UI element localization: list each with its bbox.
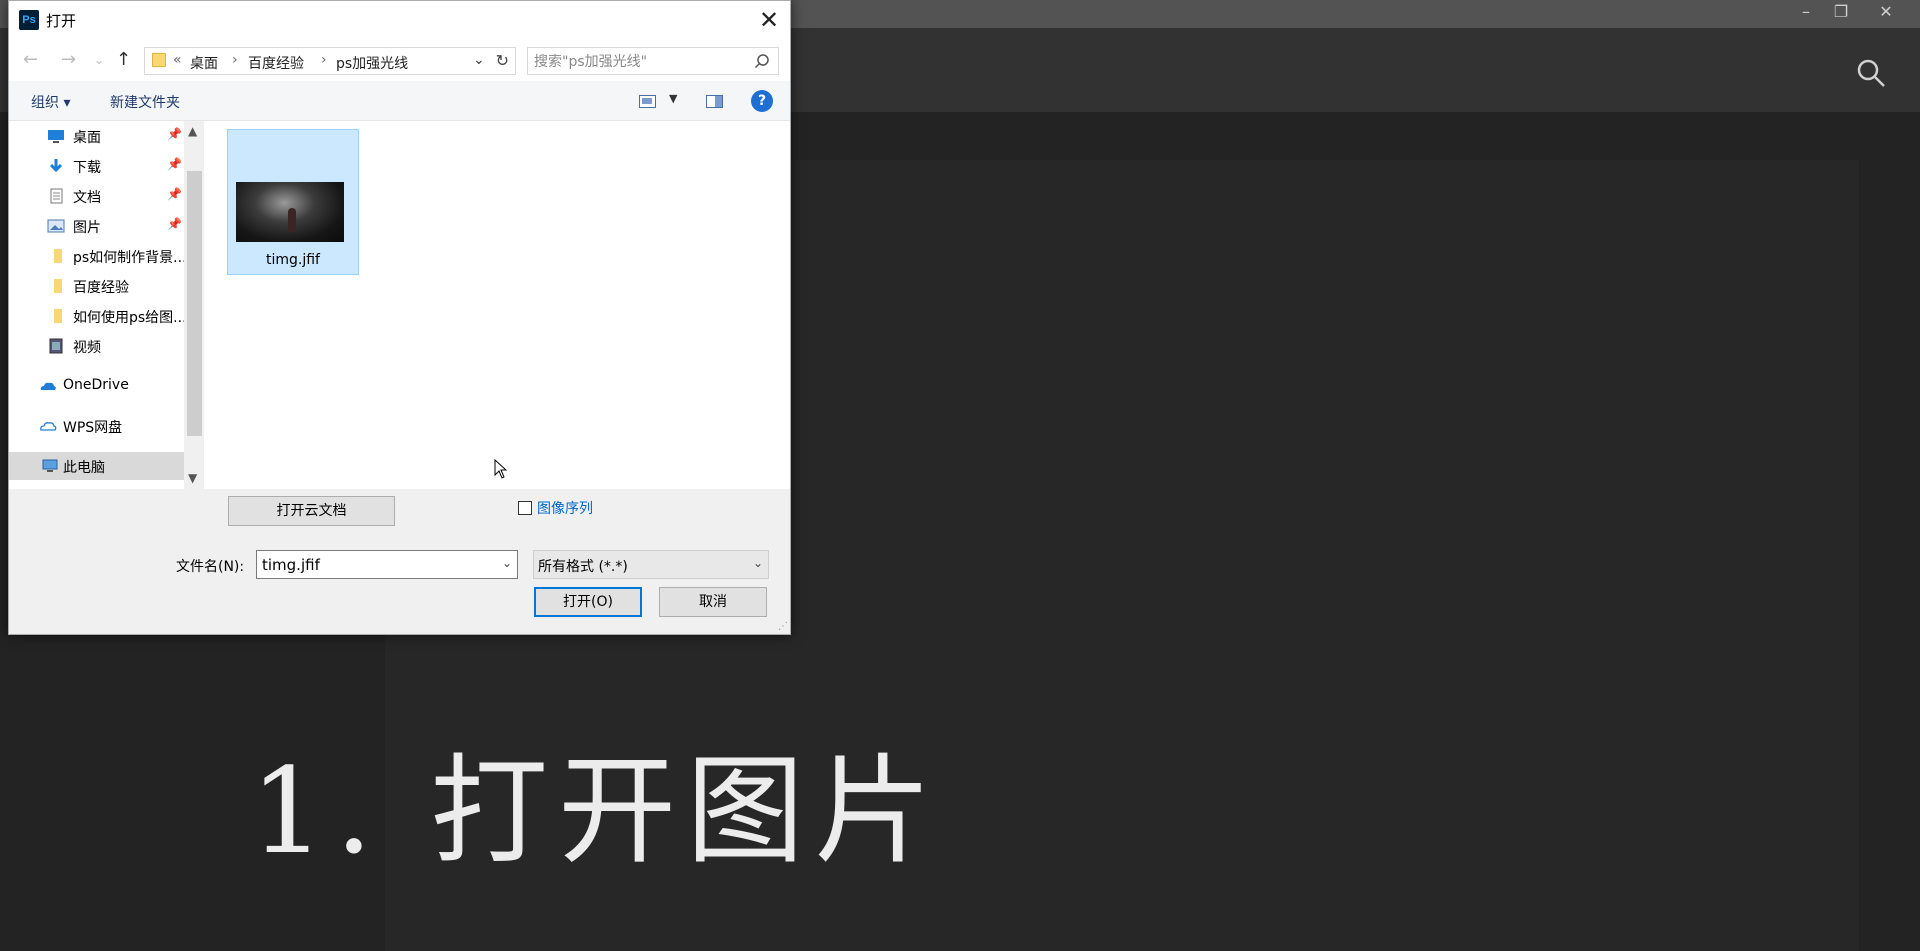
- view-dropdown-chevron-icon[interactable]: ▼: [669, 92, 677, 105]
- nav-label: 如何使用ps给图...: [73, 310, 184, 326]
- nav-item-documents[interactable]: 文档 📌: [9, 182, 184, 210]
- image-sequence-checkbox[interactable]: [518, 501, 532, 515]
- open-button[interactable]: 打开(O): [534, 587, 642, 617]
- nav-item-onedrive[interactable]: OneDrive: [9, 372, 184, 400]
- help-icon[interactable]: ?: [751, 90, 773, 112]
- breadcrumb-baidu[interactable]: 百度经验: [248, 53, 304, 73]
- nav-item-folder-ps-background[interactable]: ps如何制作背景...: [9, 242, 184, 270]
- dialog-close-button[interactable]: ✕: [752, 3, 786, 37]
- address-bar[interactable]: « 桌面 › 百度经验 › ps加强光线 ⌄ ↻: [144, 47, 516, 75]
- mouse-cursor-icon: [494, 459, 508, 479]
- photoshop-logo-icon: Ps: [19, 10, 39, 30]
- nav-item-videos[interactable]: 视频: [9, 332, 184, 360]
- filename-input[interactable]: timg.jfif ⌄: [256, 550, 518, 579]
- image-sequence-label[interactable]: 图像序列: [537, 498, 593, 518]
- chevron-down-icon: ⌄: [752, 556, 763, 570]
- file-item[interactable]: timg.jfif: [227, 129, 359, 275]
- file-type-select[interactable]: 所有格式 (*.*) ⌄: [533, 550, 769, 579]
- recent-locations-chevron-icon[interactable]: ⌄: [94, 53, 104, 67]
- refresh-icon[interactable]: ↻: [496, 51, 509, 70]
- folder-icon: [54, 309, 62, 323]
- file-list-pane: timg.jfif: [204, 121, 790, 489]
- nav-label: 图片: [73, 220, 101, 236]
- dialog-toolbar: 组织 ▾ 新建文件夹 ▼ ?: [9, 81, 790, 121]
- nav-label: 下载: [73, 160, 101, 176]
- pin-icon: 📌: [167, 217, 182, 231]
- scroll-down-icon[interactable]: ▼: [188, 471, 197, 485]
- breadcrumb-separator-icon: ›: [232, 52, 238, 68]
- search-icon[interactable]: [754, 53, 770, 69]
- filename-value: timg.jfif: [262, 556, 320, 574]
- chevron-down-icon[interactable]: ⌄: [473, 52, 485, 68]
- download-icon: [49, 159, 63, 173]
- desktop-icon: [48, 130, 64, 143]
- search-box[interactable]: [527, 47, 779, 75]
- search-icon[interactable]: [1855, 57, 1887, 89]
- organize-menu[interactable]: 组织 ▾: [31, 92, 70, 112]
- open-cloud-doc-button[interactable]: 打开云文档: [228, 496, 395, 526]
- scroll-up-icon[interactable]: ▲: [188, 124, 197, 138]
- new-folder-button[interactable]: 新建文件夹: [110, 92, 180, 112]
- pin-icon: 📌: [167, 127, 182, 141]
- back-arrow-icon[interactable]: ←: [23, 49, 38, 70]
- breadcrumb-desktop[interactable]: 桌面: [190, 53, 218, 73]
- dialog-title: 打开: [46, 12, 77, 30]
- nav-label: 此电脑: [63, 460, 105, 476]
- nav-label: 文档: [73, 190, 101, 206]
- nav-label: WPS网盘: [63, 420, 123, 436]
- cancel-button[interactable]: 取消: [659, 587, 767, 617]
- up-arrow-icon[interactable]: ↑: [116, 49, 131, 70]
- pin-icon: 📌: [167, 157, 182, 171]
- dialog-title-bar: Ps 打开 ✕: [9, 1, 790, 39]
- cloud-icon: [40, 422, 57, 431]
- breadcrumb-separator-icon: ›: [321, 52, 327, 68]
- nav-label: ps如何制作背景...: [73, 250, 184, 266]
- chevron-down-icon[interactable]: ⌄: [502, 556, 512, 570]
- nav-item-downloads[interactable]: 下载 📌: [9, 152, 184, 180]
- videos-icon: [49, 338, 63, 354]
- nav-label: 桌面: [73, 130, 101, 146]
- view-options-icon[interactable]: [639, 95, 657, 109]
- scroll-thumb[interactable]: [187, 171, 202, 436]
- file-name: timg.jfif: [266, 252, 320, 268]
- navigation-bar: ← → ⌄ ↑ « 桌面 › 百度经验 › ps加强光线 ⌄ ↻: [9, 39, 790, 81]
- nav-item-folder-baidu[interactable]: 百度经验: [9, 272, 184, 300]
- restore-button[interactable]: ❐: [1821, 0, 1861, 24]
- nav-item-wps-cloud[interactable]: WPS网盘: [9, 412, 184, 440]
- nav-item-desktop[interactable]: 桌面 📌: [9, 122, 184, 150]
- nav-label: 百度经验: [73, 280, 129, 296]
- pin-icon: 📌: [167, 187, 182, 201]
- close-window-button[interactable]: ✕: [1866, 0, 1906, 24]
- nav-item-pictures[interactable]: 图片 📌: [9, 212, 184, 240]
- onedrive-icon: [40, 382, 56, 390]
- documents-icon: [50, 188, 63, 204]
- folder-icon: [54, 279, 62, 293]
- minimize-button[interactable]: –: [1786, 0, 1826, 24]
- tutorial-caption: 1. 打开图片: [250, 742, 943, 880]
- search-input[interactable]: [534, 52, 744, 72]
- pictures-icon: [47, 219, 65, 233]
- navigation-pane: 桌面 📌 下载 📌 文档 📌 图片 📌 ps如何制作背景... 百度经验 如何使…: [9, 121, 204, 489]
- open-file-dialog: Ps 打开 ✕ ← → ⌄ ↑ « 桌面 › 百度经验 › ps加强光线 ⌄ ↻…: [8, 0, 791, 635]
- thumbnail-figure: [288, 208, 296, 232]
- preview-pane-icon[interactable]: [706, 95, 724, 109]
- forward-arrow-icon[interactable]: →: [61, 49, 76, 70]
- breadcrumb-current-folder[interactable]: ps加强光线: [336, 53, 408, 73]
- address-overflow[interactable]: «: [173, 52, 182, 68]
- nav-label: 视频: [73, 340, 101, 356]
- nav-item-folder-ps-howto[interactable]: 如何使用ps给图...: [9, 302, 184, 330]
- folder-icon: [152, 53, 166, 67]
- nav-item-this-pc[interactable]: 此电脑: [9, 452, 184, 480]
- file-thumbnail: [236, 182, 344, 242]
- filename-label: 文件名(N):: [176, 559, 245, 575]
- file-type-value: 所有格式 (*.*): [538, 559, 628, 575]
- navigation-scrollbar[interactable]: ▲ ▼: [184, 121, 204, 489]
- folder-icon: [54, 249, 62, 263]
- resize-grip-icon[interactable]: ⋰: [778, 621, 788, 632]
- nav-label: OneDrive: [63, 377, 129, 393]
- computer-icon: [42, 459, 58, 472]
